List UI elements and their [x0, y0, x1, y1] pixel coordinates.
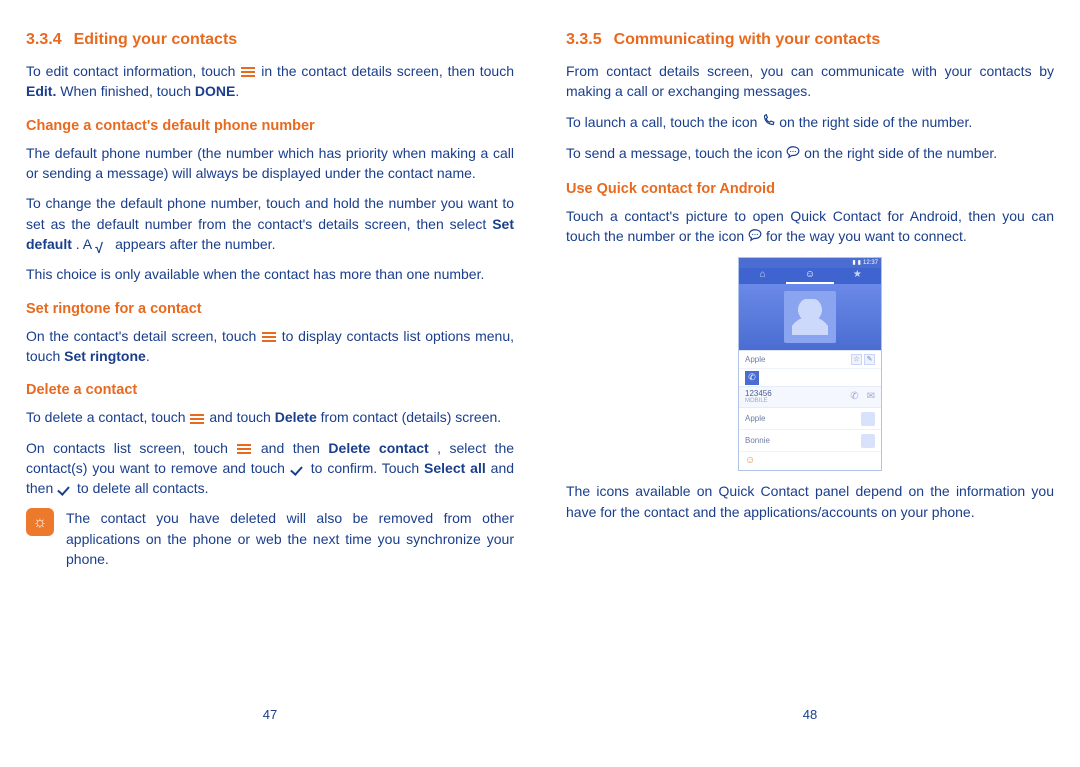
contact-list-item: Apple	[739, 408, 881, 430]
phone-contact-header	[739, 284, 881, 350]
menu-lines-icon	[261, 330, 277, 344]
tip-block: ☼ The contact you have deleted will also…	[26, 508, 514, 579]
tip-bulb-icon: ☼	[26, 508, 54, 536]
message-icon	[748, 227, 762, 247]
phone-add-contact-row	[739, 452, 881, 470]
section-number: 3.3.4	[26, 31, 62, 48]
subheading: Use Quick contact for Android	[566, 179, 1054, 200]
quick-contact-call-icon: ✆	[745, 371, 759, 385]
menu-lines-icon	[189, 412, 205, 426]
checkmark-icon	[95, 238, 111, 252]
paragraph: To delete a contact, touch and touch Del…	[26, 407, 514, 427]
page-number: 48	[540, 706, 1080, 725]
subheading: Change a contact's default phone number	[26, 116, 514, 137]
number-actions: ✆✉	[842, 390, 875, 405]
section-title: Editing your contacts	[74, 31, 238, 48]
phone-tab-favorites: ★	[834, 268, 881, 284]
phone-call-icon	[761, 113, 775, 133]
phone-status-bar: ▮ ▮ 12:37	[739, 258, 881, 268]
phone-contact-name-bar: Apple ☆✎	[739, 350, 881, 368]
subheading: Delete a contact	[26, 380, 514, 401]
list-item-label: Bonnie	[745, 435, 770, 447]
contact-number-type: MOBILE	[745, 398, 772, 404]
section-heading: 3.3.4 Editing your contacts	[26, 28, 514, 51]
list-item-label: Apple	[745, 413, 765, 425]
paragraph: The default phone number (the number whi…	[26, 143, 514, 184]
menu-lines-icon	[236, 442, 252, 456]
paragraph: To send a message, touch the icon on the…	[566, 143, 1054, 164]
section-number: 3.3.5	[566, 31, 602, 48]
phone-tab-groups: ⌂	[739, 268, 786, 284]
paragraph: To launch a call, touch the icon on the …	[566, 112, 1054, 133]
list-item-avatar	[861, 412, 875, 426]
confirm-check-icon	[57, 482, 73, 496]
manual-page-left: 3.3.4 Editing your contacts To edit conta…	[0, 0, 540, 767]
subheading: Set ringtone for a contact	[26, 299, 514, 320]
tip-text: The contact you have deleted will also b…	[66, 508, 514, 569]
paragraph: Touch a contact's picture to open Quick …	[566, 206, 1054, 248]
phone-number-row: 123456 MOBILE ✆✉	[739, 386, 881, 408]
paragraph: To change the default phone number, touc…	[26, 193, 514, 254]
contact-number: 123456	[745, 390, 772, 398]
paragraph: On contacts list screen, touch and then …	[26, 438, 514, 499]
contact-mini-actions: ☆✎	[851, 354, 875, 365]
menu-lines-icon	[240, 65, 256, 79]
contact-avatar	[784, 291, 836, 343]
message-icon	[786, 144, 800, 164]
paragraph: To edit contact information, touch in th…	[26, 61, 514, 102]
call-icon: ✆	[850, 391, 858, 402]
battery-icon: ▮	[858, 259, 861, 268]
paragraph: This choice is only available when the c…	[26, 264, 514, 284]
confirm-check-icon	[290, 462, 306, 476]
list-item-avatar	[861, 434, 875, 448]
phone-tabs: ⌂ ☺ ★	[739, 268, 881, 284]
page-number: 47	[0, 706, 540, 725]
phone-quick-contact-row: ✆	[739, 368, 881, 386]
section-heading: 3.3.5 Communicating with your contacts	[566, 28, 1054, 51]
contact-name: Apple	[745, 354, 765, 366]
contact-list-item: Bonnie	[739, 430, 881, 452]
signal-icon: ▮	[852, 259, 855, 268]
phone-tab-contacts: ☺	[786, 268, 833, 284]
paragraph: From contact details screen, you can com…	[566, 61, 1054, 102]
phone-screenshot: ▮ ▮ 12:37 ⌂ ☺ ★ Apple ☆✎ ✆ 123456 MOBILE…	[738, 257, 882, 471]
section-title: Communicating with your contacts	[614, 31, 881, 48]
message-icon: ✉	[867, 391, 875, 402]
manual-page-right: 3.3.5 Communicating with your contacts Fr…	[540, 0, 1080, 767]
phone-time: 12:37	[863, 259, 878, 268]
paragraph: On the contact's detail screen, touch to…	[26, 326, 514, 367]
paragraph: The icons available on Quick Contact pan…	[566, 481, 1054, 522]
